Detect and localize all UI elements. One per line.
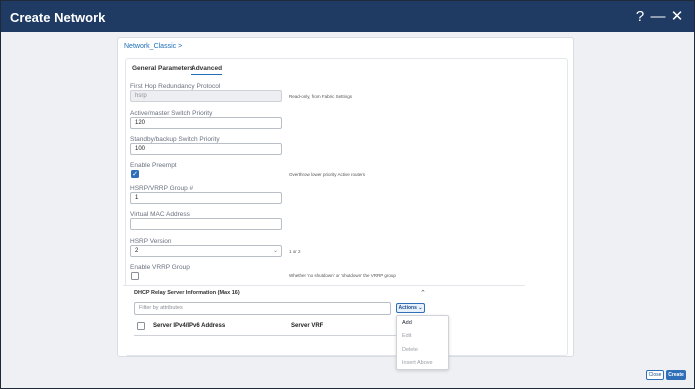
active-priority-input[interactable]: 120 [130, 117, 282, 129]
enable-vrrp-checkbox[interactable] [131, 272, 139, 280]
enable-preempt-checkbox[interactable]: ✓ [131, 170, 139, 178]
enable-vrrp-hint: Whether 'no shutdown' or 'shutdown' the … [289, 273, 396, 278]
group-label: HSRP/VRRP Group # [130, 185, 194, 192]
column-header-server-vrf: Server VRF [291, 323, 324, 329]
hsrp-version-label: HSRP Version [130, 238, 172, 245]
standby-priority-label: Standby/backup Switch Priority [130, 136, 220, 143]
chevron-down-icon: ⌄ [273, 248, 279, 254]
breadcrumb[interactable]: Network_Classic > [124, 43, 182, 50]
menu-item-edit: Edit [402, 333, 412, 339]
actions-menu: Add Edit Delete Insert Above [396, 315, 449, 370]
menu-item-add[interactable]: Add [402, 320, 412, 326]
vmac-input[interactable] [130, 218, 282, 230]
group-input[interactable]: 1 [130, 192, 282, 204]
select-all-checkbox[interactable] [137, 322, 145, 330]
dialog-title: Create Network [10, 10, 106, 25]
close-button[interactable]: Close [646, 370, 664, 380]
title-bar: Create Network ? — ✕ [1, 1, 694, 32]
dhcp-section-title: DHCP Relay Server Information (Max 16) [134, 290, 240, 296]
enable-preempt-hint: Overthrow lower priority Active routers [289, 172, 366, 177]
hsrp-version-value: 2 [135, 248, 139, 254]
create-button[interactable]: Create [666, 370, 686, 380]
fhrp-label: First Hop Redundancy Protocol [130, 83, 221, 90]
actions-dropdown-button[interactable]: Actions ⌄ [396, 303, 425, 313]
fhrp-hint: Read-only, from Fabric Settings [289, 94, 352, 99]
hsrp-version-hint: 1 or 2 [289, 249, 301, 254]
help-icon[interactable]: ? [631, 7, 649, 27]
minimize-icon[interactable]: — [649, 7, 667, 27]
fhrp-field: hsrp [130, 90, 282, 102]
tab-advanced[interactable]: Advanced [191, 65, 223, 75]
menu-item-insert-above: Insert Above [402, 360, 433, 366]
close-icon[interactable]: ✕ [668, 7, 686, 27]
dhcp-filter-input[interactable]: Filter by attributes [134, 302, 391, 315]
standby-priority-input[interactable]: 100 [130, 143, 282, 155]
column-header-server-address: Server IPv4/IPv6 Address [153, 323, 226, 329]
enable-preempt-label: Enable Preempt [130, 162, 177, 169]
enable-vrrp-label: Enable VRRP Group [130, 264, 190, 271]
vmac-label: Virtual MAC Address [130, 211, 190, 218]
active-priority-label: Active/master Switch Priority [130, 110, 213, 117]
table-header-divider [134, 335, 396, 336]
tab-general-parameters[interactable]: General Parameters [132, 65, 193, 72]
menu-item-delete: Delete [402, 347, 418, 353]
chevron-up-icon[interactable]: ⌃ [420, 289, 426, 297]
hsrp-version-select[interactable]: 2 [130, 245, 282, 257]
